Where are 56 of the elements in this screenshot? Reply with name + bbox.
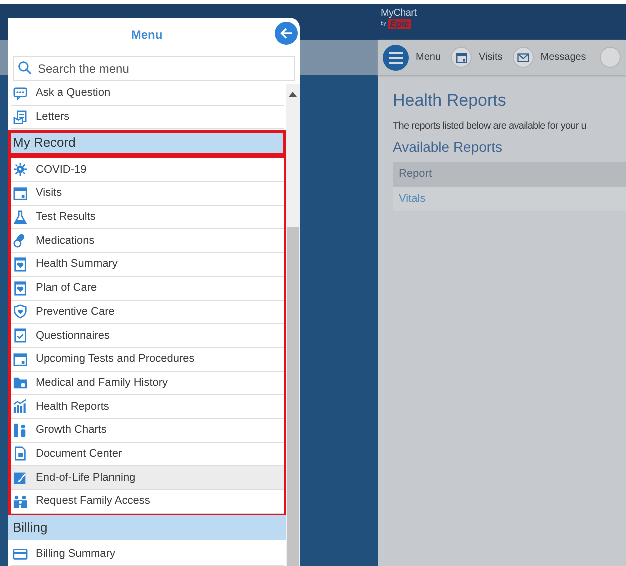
calendar-icon (13, 186, 28, 201)
bar-chart-icon (13, 399, 28, 414)
logo-text: MyChart (381, 8, 418, 19)
letter-icon (13, 110, 28, 125)
shield-icon (13, 304, 28, 320)
flask-icon (13, 210, 28, 225)
menu-item[interactable]: Request Family Access (11, 490, 284, 514)
intro-text: The reports listed below are available for your u (393, 121, 588, 132)
menu-item[interactable]: Medical and Family History (11, 372, 284, 396)
brand-logo: Epic (388, 19, 412, 29)
menu-item[interactable]: Visits (11, 182, 284, 206)
menu-item[interactable]: Plan of Care (11, 276, 284, 300)
menu-item[interactable]: Letters (11, 106, 284, 130)
section-header: Billing (8, 514, 286, 541)
clipboard-icon (13, 280, 28, 296)
menu-item[interactable]: COVID-19 (11, 158, 284, 182)
scroll-up-arrow-icon[interactable] (289, 92, 297, 97)
menu-item[interactable]: Preventive Care (11, 300, 284, 324)
menu-button[interactable]: Menu (383, 44, 442, 70)
menu-item[interactable]: Questionnaires (11, 324, 284, 348)
menu-item[interactable]: End-of-Life Planning (11, 466, 284, 490)
calendar-icon (456, 52, 468, 64)
pen-icon (13, 470, 28, 486)
checklist-icon (13, 328, 28, 344)
left-arrow-icon (280, 27, 293, 40)
menu-item[interactable]: Billing Summary (11, 542, 284, 566)
column-header: Report (393, 162, 626, 187)
toolbar-button[interactable]: Messages (512, 47, 586, 68)
menu-item[interactable]: Growth Charts (11, 418, 284, 443)
menu-label: Menu (416, 52, 442, 63)
menu-title: Menu (131, 28, 163, 42)
toolbar-icon[interactable] (600, 47, 622, 68)
envelope-icon (516, 52, 530, 64)
section-header: My Record (8, 130, 286, 156)
scrollbar-thumb[interactable] (287, 227, 299, 566)
scrollbar[interactable] (286, 84, 300, 566)
folder-icon (13, 375, 28, 390)
menu-item[interactable]: Health Reports (11, 395, 284, 419)
menu-item[interactable]: Test Results (11, 206, 284, 230)
menu-item[interactable]: Upcoming Tests and Procedures (11, 348, 284, 372)
document-icon (13, 446, 28, 462)
search-field[interactable]: Search the menu (13, 56, 295, 81)
growth-chart-icon (13, 422, 28, 438)
family-icon (13, 494, 28, 509)
section-title: Available Reports (393, 139, 504, 155)
menu-item[interactable]: Medications (11, 229, 284, 254)
menu-item[interactable]: Ask a Question (11, 84, 284, 106)
clipboard-icon (13, 256, 28, 272)
page-title: Health Reports (393, 91, 508, 111)
virus-icon (13, 162, 28, 178)
credit-card-icon (13, 546, 28, 562)
calendar-icon (13, 352, 28, 367)
hamburger-icon (383, 44, 409, 70)
menu-item[interactable]: Health Summary (11, 253, 284, 277)
chat-bubble-icon (13, 86, 28, 101)
toolbar-button[interactable]: Visits (451, 47, 503, 68)
